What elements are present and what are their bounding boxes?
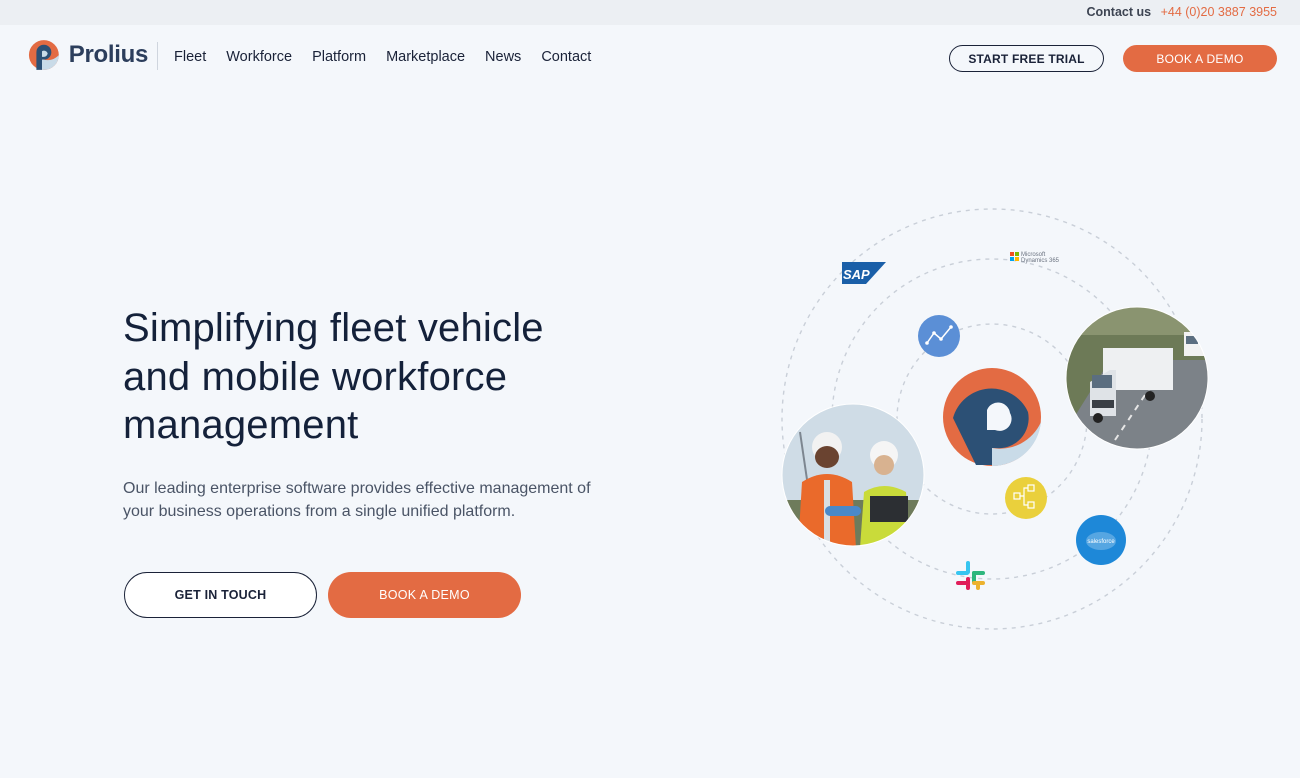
brand-logo[interactable]: Prolius: [28, 37, 148, 73]
workers-photo: [782, 404, 924, 546]
hero-title: Simplifying fleet vehicle and mobile wor…: [123, 304, 683, 450]
sap-logo-icon: SAP: [842, 262, 886, 284]
sap-label: SAP: [843, 267, 870, 282]
book-demo-hero-button[interactable]: BOOK A DEMO: [328, 572, 521, 618]
salesforce-label: salesforce: [1087, 539, 1115, 545]
nav-item-platform[interactable]: Platform: [312, 49, 366, 65]
nav-item-marketplace[interactable]: Marketplace: [386, 49, 465, 65]
slack-logo-icon: [956, 561, 985, 590]
truck-photo: [1066, 307, 1208, 449]
nav-item-workforce[interactable]: Workforce: [226, 49, 292, 65]
hero-subtitle-line-1: Our leading enterprise software provides…: [123, 480, 591, 497]
hero-title-line-3: management: [123, 403, 359, 447]
logo-divider: [157, 42, 158, 70]
nav-item-contact[interactable]: Contact: [541, 49, 591, 65]
contact-phone-link[interactable]: +44 (0)20 3887 3955: [1161, 5, 1277, 19]
main-nav: Fleet Workforce Platform Marketplace New…: [174, 49, 611, 65]
analytics-icon: [918, 315, 960, 357]
nav-item-fleet[interactable]: Fleet: [174, 49, 206, 65]
hero-subtitle: Our leading enterprise software provides…: [123, 477, 663, 523]
nav-item-news[interactable]: News: [485, 49, 521, 65]
prolius-center-logo-icon: [943, 368, 1041, 467]
contact-label: Contact us: [1086, 5, 1152, 19]
hero-title-line-1: Simplifying fleet vehicle: [123, 306, 544, 350]
salesforce-logo-icon: salesforce: [1076, 515, 1126, 565]
microsoft-dynamics-logo-icon: Microsoft Dynamics 365: [1010, 252, 1060, 264]
contact-info: Contact us +44 (0)20 3887 3955: [1087, 5, 1278, 19]
prolius-logo-icon: [28, 40, 59, 70]
integrations-orbit-graphic: SAP Microsoft Dynamics 365 salesforce: [781, 208, 1209, 630]
book-demo-header-button[interactable]: BOOK A DEMO: [1123, 45, 1277, 72]
workflow-icon: [1005, 477, 1047, 519]
hero-title-line-2: and mobile workforce: [123, 354, 508, 399]
top-contact-bar: Contact us +44 (0)20 3887 3955: [0, 0, 1300, 25]
brand-name: Prolius: [68, 41, 149, 68]
site-header: Prolius Fleet Workforce Platform Marketp…: [0, 25, 1300, 91]
ms-label-line-2: Dynamics 365: [1021, 258, 1060, 264]
start-free-trial-button[interactable]: START FREE TRIAL: [949, 45, 1104, 72]
get-in-touch-button[interactable]: GET IN TOUCH: [124, 572, 317, 618]
hero-subtitle-line-2: your business operations from a single u…: [123, 503, 516, 520]
